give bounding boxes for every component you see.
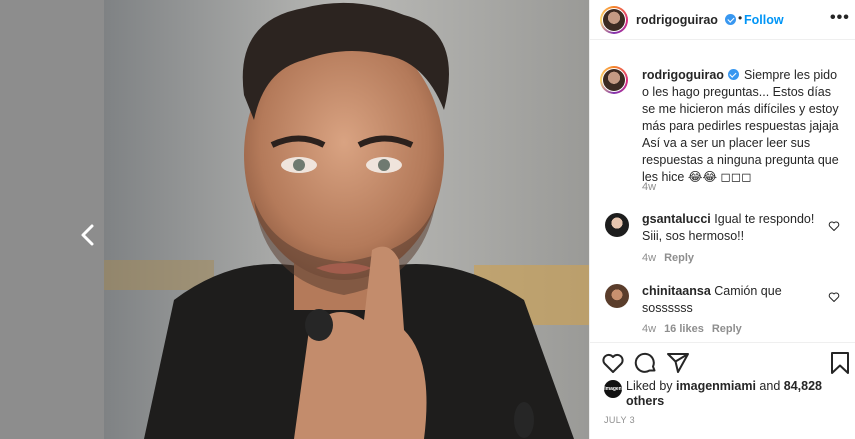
author-username[interactable]: rodrigoguirao: [636, 13, 718, 27]
post-date: JULY 3: [604, 415, 636, 425]
comment-likes[interactable]: 16 likes: [664, 323, 704, 335]
backdrop-left: [0, 0, 104, 439]
reply-button[interactable]: Reply: [664, 252, 694, 264]
author-avatar[interactable]: [600, 6, 628, 34]
comment-like-heart-icon[interactable]: [828, 220, 840, 232]
post-actions: imagen Liked by imagenmiami and 84,828 o…: [590, 342, 855, 439]
comment-meta: 4w Reply: [642, 252, 694, 264]
likes-prefix: Liked by: [626, 379, 673, 393]
liked-by-avatar[interactable]: imagen: [604, 380, 622, 398]
caption-body: Siempre les pido o les hago preguntas...…: [642, 68, 839, 184]
comments-list[interactable]: rodrigoguirao Siempre les pido o les hago…: [590, 40, 855, 342]
comment-age: 4w: [642, 323, 657, 335]
post-panel: rodrigoguirao • Follow ••• rodrigoguirao…: [589, 0, 855, 439]
comment-item: chinitaansa Camión que sossssss: [642, 283, 817, 317]
caption-author-avatar[interactable]: [600, 66, 628, 94]
follow-button[interactable]: Follow: [744, 13, 784, 27]
comment-username[interactable]: chinitaansa: [642, 284, 711, 298]
comment-icon[interactable]: [634, 351, 658, 375]
separator-dot: •: [738, 11, 743, 25]
post-caption: rodrigoguirao Siempre les pido o les hago…: [642, 67, 847, 186]
chevron-left-icon[interactable]: [76, 222, 100, 248]
heart-icon[interactable]: [601, 351, 625, 375]
comment-like-heart-icon[interactable]: [828, 291, 840, 303]
comment-username[interactable]: gsantalucci: [642, 212, 711, 226]
reply-button[interactable]: Reply: [712, 323, 742, 335]
comment-item: gsantalucci Igual te respondo! Siii, sos…: [642, 211, 817, 245]
likes-summary: Liked by imagenmiami and 84,828 others: [626, 379, 851, 409]
verified-badge-icon: [725, 14, 736, 25]
caption-age: 4w: [642, 181, 657, 193]
more-options-icon[interactable]: •••: [830, 9, 850, 27]
share-icon[interactable]: [666, 351, 690, 375]
liked-by-user[interactable]: imagenmiami: [676, 379, 756, 393]
portrait-image: [104, 0, 589, 439]
comment-age: 4w: [642, 252, 657, 264]
post-header: rodrigoguirao • Follow •••: [590, 0, 855, 40]
commenter-avatar[interactable]: [605, 284, 629, 308]
post-photo[interactable]: [104, 0, 589, 439]
verified-badge-icon: [727, 69, 739, 80]
commenter-avatar[interactable]: [605, 213, 629, 237]
caption-username[interactable]: rodrigoguirao: [642, 68, 724, 82]
likes-connector: and: [759, 379, 781, 393]
bookmark-icon[interactable]: [828, 351, 852, 375]
comment-meta: 4w 16 likes Reply: [642, 323, 742, 335]
